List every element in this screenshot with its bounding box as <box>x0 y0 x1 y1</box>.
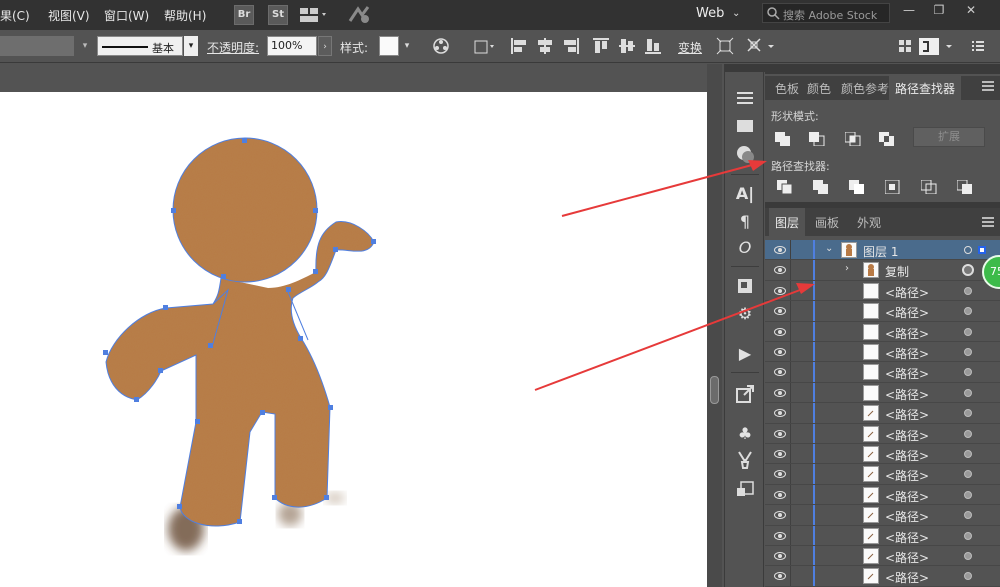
arrow-to-layers <box>534 289 801 391</box>
annotation-arrows <box>534 160 815 391</box>
arrow-to-pathfinder <box>561 164 753 217</box>
arrowhead-icon <box>748 160 767 171</box>
arrowhead-icon <box>796 283 815 294</box>
